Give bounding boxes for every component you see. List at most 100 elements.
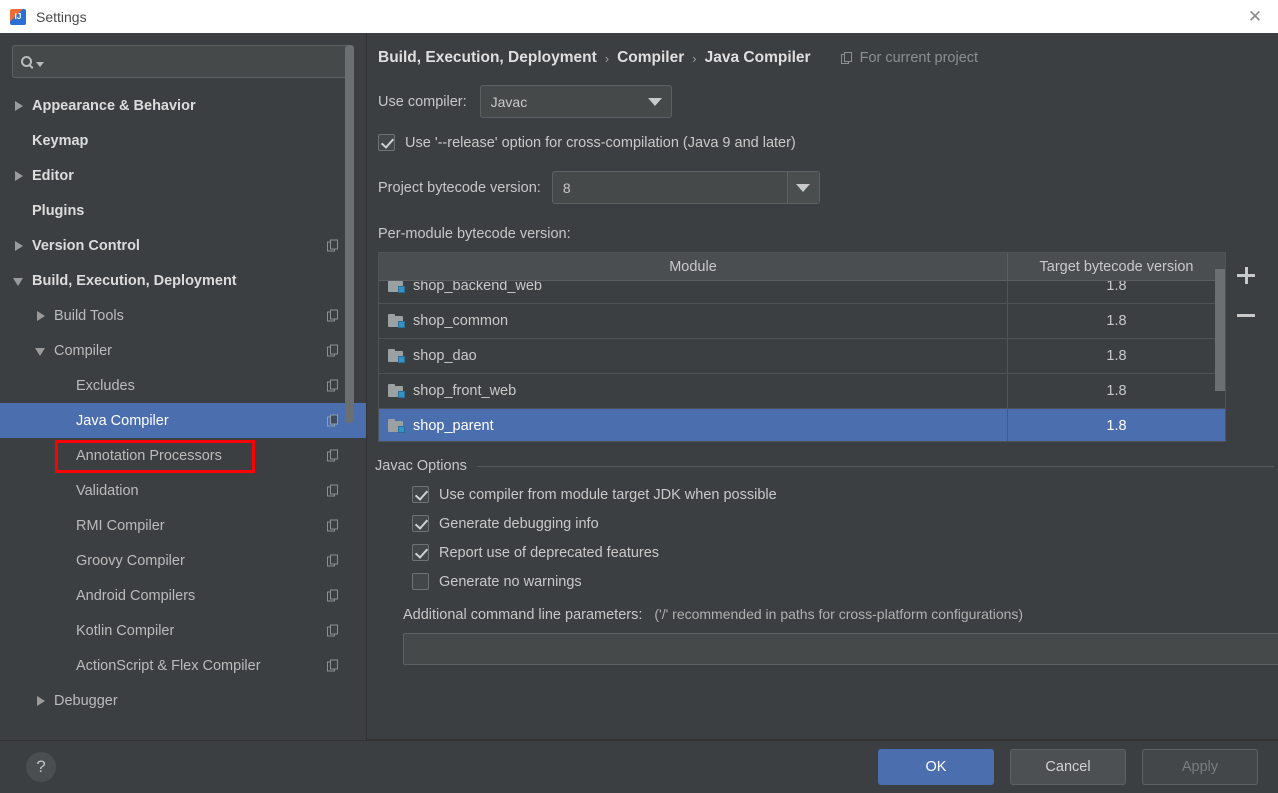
sidebar-item-kotlin-compiler[interactable]: Kotlin Compiler: [0, 613, 366, 648]
target-bytecode-cell[interactable]: 1.8: [1008, 374, 1225, 408]
additional-parameters-row: Additional command line parameters: ('/'…: [375, 606, 1278, 623]
project-bytecode-select[interactable]: 8: [551, 171, 820, 204]
chevron-right-icon[interactable]: [12, 239, 26, 253]
sidebar-item-java-compiler[interactable]: Java Compiler: [0, 403, 366, 438]
chevron-down-icon: [639, 86, 671, 117]
chevron-right-icon[interactable]: [34, 309, 48, 323]
javac-option-checkbox[interactable]: [412, 573, 429, 590]
column-header-module[interactable]: Module: [379, 253, 1008, 280]
sidebar-item-validation[interactable]: Validation: [0, 473, 366, 508]
table-row[interactable]: shop_front_web 1.8: [379, 374, 1225, 409]
javac-option-row[interactable]: Report use of deprecated features: [375, 544, 1278, 561]
scope-indicator: For current project: [840, 50, 979, 66]
sidebar-item-actionscript-flex-compiler[interactable]: ActionScript & Flex Compiler: [0, 648, 366, 683]
sidebar-item-android-compilers[interactable]: Android Compilers: [0, 578, 366, 613]
ok-button[interactable]: OK: [878, 749, 994, 785]
chevron-right-icon[interactable]: [12, 99, 26, 113]
scope-label: For current project: [859, 50, 979, 66]
search-input[interactable]: [50, 54, 345, 69]
sidebar-item-label: Debugger: [54, 692, 118, 709]
sidebar-item-compiler[interactable]: Compiler: [0, 333, 366, 368]
sidebar-item-label: Build, Execution, Deployment: [32, 272, 237, 289]
table-scrollbar[interactable]: [1215, 269, 1225, 391]
sidebar-item-build-execution-deployment[interactable]: Build, Execution, Deployment: [0, 263, 366, 298]
module-cell: shop_front_web: [379, 374, 1008, 408]
release-option-checkbox[interactable]: [378, 134, 395, 151]
sidebar-item-label: Appearance & Behavior: [32, 97, 196, 114]
sidebar-scrollbar[interactable]: [345, 45, 354, 423]
chevron-down-icon[interactable]: [12, 274, 26, 288]
additional-parameters-input[interactable]: [404, 641, 1278, 657]
sidebar-item-label: Plugins: [32, 202, 85, 219]
copy-icon: [327, 554, 340, 567]
copy-icon: [840, 51, 854, 65]
per-module-table: Module Target bytecode version shop_back…: [378, 252, 1226, 442]
breadcrumb-separator: ›: [604, 50, 610, 66]
javac-option-checkbox[interactable]: [412, 544, 429, 561]
column-header-target-bytecode-version[interactable]: Target bytecode version: [1008, 253, 1225, 280]
sidebar-item-label: Java Compiler: [76, 412, 169, 429]
table-row[interactable]: shop_common 1.8: [379, 304, 1225, 339]
sidebar-item-groovy-compiler[interactable]: Groovy Compiler: [0, 543, 366, 578]
cancel-button[interactable]: Cancel: [1010, 749, 1126, 785]
settings-tree: Appearance & Behavior Keymap Editor Plugins…: [0, 88, 366, 718]
javac-option-row[interactable]: Generate no warnings: [375, 573, 1278, 590]
javac-option-checkbox[interactable]: [412, 486, 429, 503]
use-compiler-value: Javac: [490, 93, 528, 110]
breadcrumb-build-execution-deployment[interactable]: Build, Execution, Deployment: [378, 49, 597, 67]
sidebar-item-version-control[interactable]: Version Control: [0, 228, 366, 263]
table-row[interactable]: shop_parent 1.8: [379, 409, 1225, 441]
javac-option-label: Generate debugging info: [439, 515, 599, 532]
module-name: shop_dao: [413, 348, 477, 364]
sidebar-item-build-tools[interactable]: Build Tools: [0, 298, 366, 333]
javac-option-label: Use compiler from module target JDK when…: [439, 486, 777, 503]
copy-icon: [327, 344, 340, 357]
additional-parameters-field[interactable]: ↗: [403, 633, 1278, 665]
sidebar-item-label: Excludes: [76, 377, 135, 394]
sidebar-item-rmi-compiler[interactable]: RMI Compiler: [0, 508, 366, 543]
dialog-body: Appearance & Behavior Keymap Editor Plugins…: [0, 33, 1278, 740]
module-name: shop_front_web: [413, 383, 517, 399]
settings-main-panel: Build, Execution, Deployment › Compiler …: [367, 33, 1278, 740]
javac-option-row[interactable]: Use compiler from module target JDK when…: [375, 486, 1278, 503]
search-icon: [21, 56, 44, 67]
chevron-down-icon: [786, 172, 819, 203]
sidebar-item-editor[interactable]: Editor: [0, 158, 366, 193]
sidebar-item-excludes[interactable]: Excludes: [0, 368, 366, 403]
chevron-right-icon[interactable]: [34, 694, 48, 708]
chevron-right-icon[interactable]: [12, 169, 26, 183]
use-compiler-select[interactable]: Javac: [479, 85, 672, 118]
help-button[interactable]: ?: [26, 752, 56, 782]
target-bytecode-cell[interactable]: 1.8: [1008, 304, 1225, 338]
javac-option-row[interactable]: Generate debugging info: [375, 515, 1278, 532]
sidebar-item-annotation-processors[interactable]: Annotation Processors: [0, 438, 366, 473]
table-row[interactable]: shop_dao 1.8: [379, 339, 1225, 374]
copy-icon: [327, 449, 340, 462]
sidebar-item-label: Compiler: [54, 342, 113, 359]
copy-icon: [327, 239, 340, 252]
target-bytecode-cell[interactable]: 1.8: [1008, 339, 1225, 373]
sidebar-item-appearance-behavior[interactable]: Appearance & Behavior: [0, 88, 366, 123]
module-cell: shop_parent: [379, 409, 1008, 441]
remove-module-button[interactable]: [1235, 304, 1257, 326]
sidebar-item-keymap[interactable]: Keymap: [0, 123, 366, 158]
table-buttons: [1226, 252, 1266, 442]
breadcrumb-compiler[interactable]: Compiler: [617, 49, 684, 67]
search-field[interactable]: [12, 45, 354, 78]
apply-button[interactable]: Apply: [1142, 749, 1258, 785]
sidebar-item-label: Annotation Processors: [76, 447, 222, 464]
release-option-row[interactable]: Use '--release' option for cross-compila…: [367, 134, 1278, 151]
sidebar-item-plugins[interactable]: Plugins: [0, 193, 366, 228]
copy-icon: [327, 624, 340, 637]
sidebar-item-debugger[interactable]: Debugger: [0, 683, 366, 718]
javac-option-checkbox[interactable]: [412, 515, 429, 532]
target-bytecode-cell[interactable]: 1.8: [1008, 409, 1225, 441]
add-module-button[interactable]: [1235, 264, 1257, 286]
close-icon[interactable]: ✕: [1242, 4, 1268, 30]
chevron-down-icon[interactable]: [34, 344, 48, 358]
